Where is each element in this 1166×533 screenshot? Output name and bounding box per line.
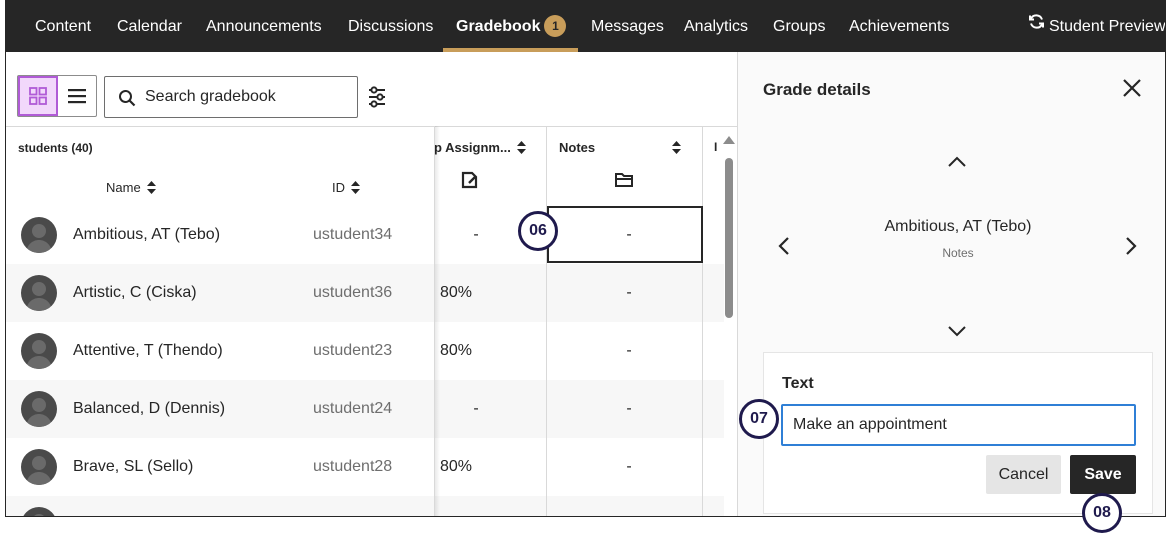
header-divider	[6, 126, 737, 127]
course-top-nav: Content Calendar Announcements Discussio…	[6, 0, 1166, 53]
sort-icon	[146, 180, 156, 197]
filter-sliders-icon	[369, 86, 385, 108]
sort-icon	[351, 180, 360, 197]
search-gradebook-box	[104, 76, 358, 118]
assignment-icon	[461, 171, 479, 194]
name-column-header[interactable]: Name	[106, 180, 156, 197]
students-count: students (40)	[18, 141, 93, 155]
chevron-up-icon[interactable]	[947, 155, 967, 173]
student-id: ustudent23	[313, 342, 393, 359]
selected-notes-cell[interactable]	[547, 206, 703, 263]
view-toggle	[17, 75, 97, 117]
cancel-button[interactable]: Cancel	[986, 455, 1061, 494]
refresh-icon	[1028, 0, 1045, 53]
student-id: ustudent28	[313, 458, 393, 475]
student-name[interactable]: Brave, SL (Sello)	[73, 458, 193, 476]
panel-title: Grade details	[763, 80, 871, 99]
folder-icon	[615, 172, 633, 193]
notes-cell[interactable]: -	[552, 458, 706, 476]
gradebook-window: Content Calendar Announcements Discussio…	[5, 0, 1166, 517]
vertical-scrollbar-thumb[interactable]	[725, 158, 733, 318]
avatar	[21, 449, 57, 485]
student-id: ustudent24	[313, 400, 393, 417]
text-label: Text	[782, 375, 814, 392]
student-name[interactable]: Attentive, T (Thendo)	[73, 342, 223, 360]
sort-icon[interactable]	[672, 141, 681, 159]
grade-details-panel: Grade details Ambitious, AT (Tebo) Notes…	[737, 52, 1165, 516]
callout-08: 08	[1082, 493, 1122, 533]
nav-messages[interactable]: Messages	[591, 0, 664, 52]
avatar	[21, 391, 57, 427]
column-divider	[702, 126, 703, 516]
notes-cell[interactable]: -	[552, 400, 706, 418]
nav-gradebook[interactable]: Gradebook 1	[456, 0, 567, 52]
callout-07: 07	[739, 399, 779, 439]
save-button[interactable]: Save	[1070, 455, 1136, 494]
assignment-column-label: p Assignm...	[434, 140, 511, 155]
nav-calendar[interactable]: Calendar	[117, 0, 182, 52]
student-id: ustudent34	[313, 226, 393, 243]
avatar	[21, 333, 57, 369]
student-name[interactable]: Balanced, D (Dennis)	[73, 400, 225, 418]
notes-text-input[interactable]	[781, 404, 1136, 446]
avatar	[21, 275, 57, 311]
nav-analytics[interactable]: Analytics	[684, 0, 748, 52]
column-divider	[434, 126, 435, 516]
table-row[interactable]: Attentive, T (Thendo) ustudent23 80% -	[6, 322, 724, 380]
table-row[interactable]: Artistic, C (Ciska) ustudent36 80% -	[6, 264, 724, 322]
grade-cell[interactable]: 80%	[440, 458, 510, 476]
id-column-header[interactable]: ID	[332, 180, 360, 197]
avatar	[21, 217, 57, 253]
chevron-down-icon[interactable]	[947, 324, 967, 342]
next-column-header[interactable]: I	[714, 140, 717, 154]
close-icon[interactable]	[1122, 78, 1142, 103]
gradebook-badge: 1	[544, 14, 567, 37]
nav-discussions[interactable]: Discussions	[348, 0, 433, 52]
search-icon	[118, 89, 136, 112]
detail-column-name: Notes	[942, 246, 974, 260]
grade-cell[interactable]: 80%	[440, 342, 510, 360]
nav-announcements[interactable]: Announcements	[206, 0, 322, 52]
avatar	[21, 507, 57, 516]
student-preview-label: Student Preview	[1049, 18, 1166, 36]
notes-cell[interactable]: -	[552, 342, 706, 360]
search-input[interactable]	[145, 78, 350, 116]
nav-groups[interactable]: Groups	[773, 0, 825, 52]
callout-06: 06	[518, 211, 558, 251]
grade-cell[interactable]: -	[441, 400, 511, 418]
chevron-right-icon[interactable]	[1125, 236, 1137, 261]
notes-cell[interactable]: -	[552, 284, 706, 302]
column-divider	[546, 126, 547, 516]
grade-cell[interactable]: 80%	[440, 284, 510, 302]
name-column-label: Name	[106, 180, 141, 195]
id-column-label: ID	[332, 180, 345, 195]
active-tab-underline	[443, 48, 578, 52]
student-preview-button[interactable]: Student Preview	[1028, 0, 1166, 53]
notes-text-card: Text Cancel Save	[763, 352, 1153, 514]
list-icon	[68, 89, 86, 104]
grade-cell[interactable]: -	[441, 226, 511, 244]
nav-achievements[interactable]: Achievements	[849, 0, 950, 52]
student-name[interactable]: Artistic, C (Ciska)	[73, 284, 197, 302]
table-row-partial[interactable]	[6, 496, 724, 516]
table-row[interactable]: Brave, SL (Sello) ustudent28 80% -	[6, 438, 724, 496]
scroll-up-arrow[interactable]	[723, 131, 735, 149]
table-row[interactable]: Balanced, D (Dennis) ustudent24 - -	[6, 380, 724, 438]
grid-icon	[29, 87, 47, 105]
grid-view-button[interactable]	[18, 76, 58, 116]
list-view-button[interactable]	[58, 76, 96, 116]
detail-student-name: Ambitious, AT (Tebo)	[884, 218, 1032, 235]
student-name[interactable]: Ambitious, AT (Tebo)	[73, 226, 220, 244]
assignment-column-header[interactable]: p Assignm...	[434, 140, 526, 157]
nav-gradebook-label: Gradebook	[456, 18, 541, 35]
student-id: ustudent36	[313, 284, 393, 301]
sort-icon	[516, 140, 526, 157]
chevron-left-icon[interactable]	[778, 236, 790, 261]
nav-content[interactable]: Content	[35, 0, 91, 52]
notes-column-header[interactable]: Notes	[559, 140, 595, 155]
filter-button[interactable]	[366, 84, 388, 110]
